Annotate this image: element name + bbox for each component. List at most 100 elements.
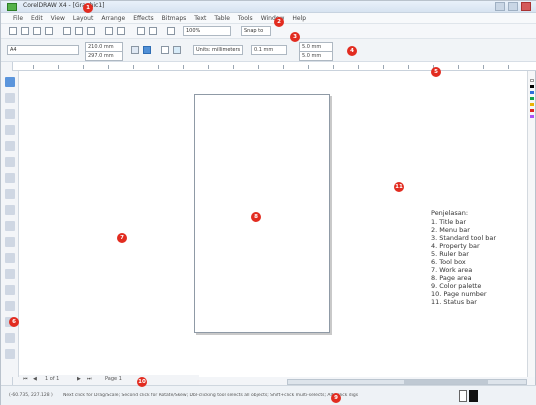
menu-arrange[interactable]: Arrange [101, 15, 125, 22]
color-swatch-blue[interactable] [530, 91, 534, 94]
horizontal-ruler [13, 62, 536, 71]
zoom-select[interactable]: 100% [183, 26, 231, 36]
menu-help[interactable]: Help [292, 15, 306, 22]
redo-icon[interactable] [117, 27, 125, 35]
import-icon[interactable] [137, 27, 145, 35]
callout-standard-toolbar: 3 [290, 32, 300, 42]
standard-toolbar: 100% Snap to [1, 24, 536, 39]
app-icon [7, 3, 17, 11]
title-bar: CorelDRAW X4 - [Graphic1] [1, 1, 536, 13]
pick-tool-icon[interactable] [5, 77, 15, 87]
portrait-icon[interactable] [131, 46, 139, 54]
smart-fill-tool-icon[interactable] [5, 157, 15, 167]
print-icon[interactable] [45, 27, 53, 35]
page-count: 1 of 1 [45, 376, 60, 382]
landscape-icon[interactable] [143, 46, 151, 54]
color-swatch-red[interactable] [530, 109, 534, 112]
paste-icon[interactable] [87, 27, 95, 35]
fill-tool-icon[interactable] [5, 349, 15, 359]
status-bar: (-60.735, 227.128 ) Next click for Drag/… [1, 385, 536, 405]
page-tab[interactable]: Page 1 [105, 376, 122, 382]
legend-item: 10. Page number [431, 290, 487, 298]
menu-bitmaps[interactable]: Bitmaps [162, 15, 187, 22]
polygon-tool-icon[interactable] [5, 205, 15, 215]
duplicate-y-field[interactable]: 5.0 mm [299, 51, 333, 61]
text-tool-icon[interactable] [5, 237, 15, 247]
legend-item: 3. Standard tool bar [431, 234, 497, 242]
menu-effects[interactable]: Effects [133, 15, 153, 22]
legend-item: 5. Ruler bar [431, 250, 469, 258]
prev-page-icon[interactable]: ◀ [33, 376, 37, 382]
legend-item: 11. Status bar [431, 298, 477, 306]
close-button[interactable] [521, 2, 531, 11]
window-controls [495, 2, 531, 11]
snap-to-label: Snap to [244, 28, 264, 34]
parallel-dimension-tool-icon[interactable] [5, 269, 15, 279]
cut-icon[interactable] [63, 27, 71, 35]
open-icon[interactable] [21, 27, 29, 35]
outline-tool-icon[interactable] [5, 333, 15, 343]
callout-toolbox: 6 [9, 317, 19, 327]
maximize-button[interactable] [508, 2, 518, 11]
interactive-blend-tool-icon[interactable] [5, 301, 15, 311]
color-swatch-white[interactable] [530, 79, 534, 82]
status-message: Next click for Drag/Scale; Second click … [63, 393, 359, 398]
units-value: Units: millimeters [196, 47, 241, 53]
callout-color-palette: 9 [331, 393, 341, 403]
units-select[interactable]: Units: millimeters [193, 45, 243, 55]
menu-table[interactable]: Table [214, 15, 230, 22]
first-page-icon[interactable]: ⏮ [23, 376, 28, 382]
page-height-field[interactable]: 297.0 mm [85, 51, 123, 61]
callout-work-area: 7 [117, 233, 127, 243]
callout-page-area: 8 [251, 212, 261, 222]
new-icon[interactable] [9, 27, 17, 35]
freehand-tool-icon[interactable] [5, 141, 15, 151]
menu-tools[interactable]: Tools [238, 15, 253, 22]
zoom-tool-icon[interactable] [5, 125, 15, 135]
snap-to-select[interactable]: Snap to [241, 26, 271, 36]
legend-item: 9. Color palette [431, 282, 482, 290]
callout-ruler-bar: 5 [431, 67, 441, 77]
color-swatch-black[interactable] [530, 85, 534, 88]
save-icon[interactable] [33, 27, 41, 35]
minimize-button[interactable] [495, 2, 505, 11]
legend-item: 7. Work area [431, 266, 473, 274]
basic-shapes-tool-icon[interactable] [5, 221, 15, 231]
app-launcher-icon[interactable] [167, 27, 175, 35]
menu-edit[interactable]: Edit [31, 15, 43, 22]
export-icon[interactable] [149, 27, 157, 35]
callout-menu-bar: 2 [274, 17, 284, 27]
ellipse-tool-icon[interactable] [5, 189, 15, 199]
menu-view[interactable]: View [51, 15, 65, 22]
last-page-icon[interactable]: ⏭ [87, 376, 92, 382]
legend-item: 6. Tool box [431, 258, 466, 266]
callout-status-bar: 11 [394, 182, 404, 192]
legend-title: Penjelasan: [431, 209, 469, 217]
next-page-icon[interactable]: ▶ [77, 376, 81, 382]
zoom-value: 100% [186, 28, 201, 34]
connector-tool-icon[interactable] [5, 285, 15, 295]
color-swatch-green[interactable] [530, 97, 534, 100]
corel-draw-window: CorelDRAW X4 - [Graphic1] File Edit View… [0, 0, 536, 405]
menu-file[interactable]: File [13, 15, 23, 22]
paper-preset-select[interactable]: A4 [7, 45, 79, 55]
menu-layout[interactable]: Layout [73, 15, 93, 22]
scroll-thumb[interactable] [404, 380, 488, 384]
color-swatch-purple[interactable] [530, 115, 534, 118]
color-swatch-yellow[interactable] [530, 103, 534, 106]
undo-icon[interactable] [105, 27, 113, 35]
current-page-icon[interactable] [173, 46, 181, 54]
copy-icon[interactable] [75, 27, 83, 35]
rectangle-tool-icon[interactable] [5, 173, 15, 183]
page-area[interactable] [194, 94, 330, 333]
nudge-field[interactable]: 0.1 mm [251, 45, 287, 55]
legend-item: 8. Page area [431, 274, 472, 282]
annotation-legend: Penjelasan: 1. Title bar 2. Menu bar 3. … [431, 209, 531, 306]
menu-text[interactable]: Text [194, 15, 206, 22]
property-bar: A4 210.0 mm 297.0 mm Units: millimeters … [1, 39, 536, 62]
shape-tool-icon[interactable] [5, 93, 15, 103]
table-tool-icon[interactable] [5, 253, 15, 263]
crop-tool-icon[interactable] [5, 109, 15, 119]
outline-indicator-icon [469, 390, 478, 402]
all-pages-icon[interactable] [161, 46, 169, 54]
